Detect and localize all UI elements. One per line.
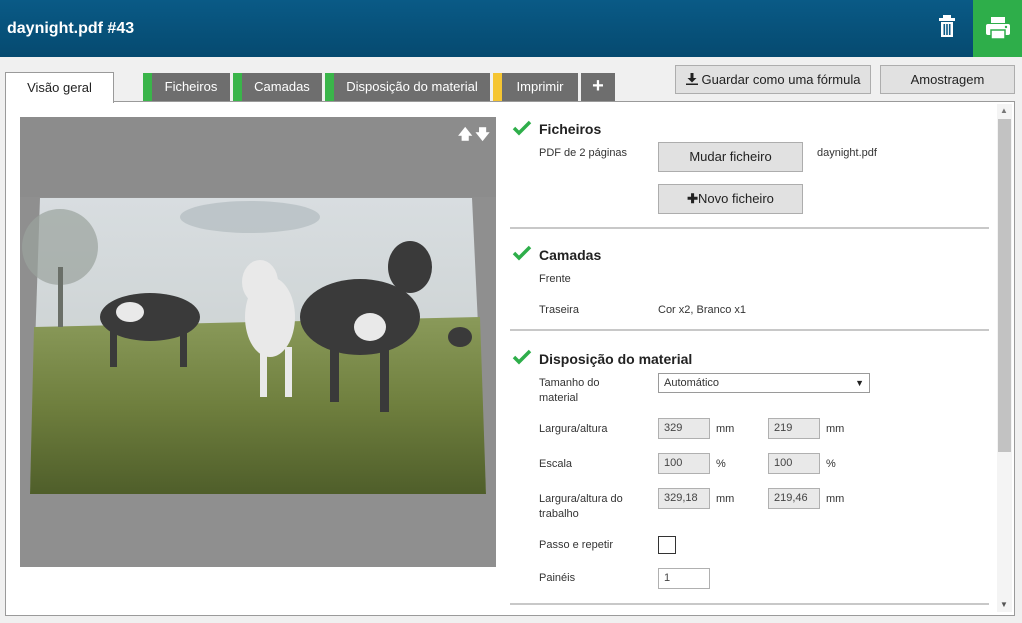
- status-bar-yellow: [493, 73, 502, 101]
- back-value: Cor x2, Branco x1: [658, 304, 747, 316]
- sample-button[interactable]: Amostragem: [880, 65, 1015, 94]
- width-field[interactable]: 329: [658, 418, 710, 439]
- tab-media-layout-label: Disposição do material: [346, 79, 478, 94]
- step-repeat-label: Passo e repetir: [539, 539, 613, 551]
- job-width-field[interactable]: 329,18: [658, 488, 710, 509]
- save-formula-button[interactable]: Guardar como uma fórmula: [675, 65, 871, 94]
- layers-section-title: Camadas: [539, 247, 602, 263]
- change-file-button[interactable]: Mudar ficheiro: [658, 142, 803, 172]
- panels-label: Painéis: [539, 572, 576, 584]
- save-formula-label: Guardar como uma fórmula: [701, 72, 861, 87]
- print-button[interactable]: [973, 0, 1022, 57]
- front-label: Frente: [539, 273, 571, 285]
- divider: [510, 603, 989, 605]
- scale-label: Escala: [539, 458, 573, 470]
- status-bar-green: [233, 73, 242, 101]
- media-size-label: Tamanho do material: [539, 377, 600, 404]
- height-field[interactable]: 219: [768, 418, 820, 439]
- unit-mm: mm: [826, 423, 845, 435]
- plus-icon: +: [592, 75, 604, 97]
- panels-field[interactable]: 1: [658, 568, 710, 589]
- check-icon: [512, 245, 532, 261]
- scale-x-field[interactable]: 100: [658, 453, 710, 474]
- tab-print-label: Imprimir: [516, 79, 564, 94]
- title-bar: daynight.pdf #43: [0, 0, 1022, 57]
- scale-y-field[interactable]: 100: [768, 453, 820, 474]
- check-icon: [512, 349, 532, 365]
- preview-canvas: [20, 117, 496, 567]
- chevron-down-icon: ▼: [855, 378, 864, 388]
- files-description: PDF de 2 páginas: [539, 147, 628, 159]
- change-file-label: Mudar ficheiro: [689, 149, 772, 164]
- printer-icon: [986, 17, 1010, 40]
- scroll-up-arrow-icon[interactable]: ▲: [1000, 106, 1008, 115]
- tab-files[interactable]: Ficheiros: [143, 73, 230, 101]
- unit-mm: mm: [826, 493, 845, 505]
- add-tab-button[interactable]: +: [581, 73, 615, 101]
- unit-percent: %: [826, 458, 836, 470]
- reorder-arrows-icon[interactable]: 🡅🡇: [458, 124, 493, 148]
- file-name: daynight.pdf: [817, 147, 877, 159]
- divider: [510, 227, 989, 229]
- status-bar-green: [143, 73, 152, 101]
- media-layout-section-title: Disposição do material: [539, 351, 693, 367]
- width-height-label: Largura/altura: [539, 423, 608, 435]
- scrollbar-thumb[interactable]: [998, 119, 1011, 452]
- tab-media-layout[interactable]: Disposição do material: [325, 73, 490, 101]
- document-title: daynight.pdf #43: [7, 20, 135, 37]
- download-icon: [685, 73, 698, 85]
- new-file-button[interactable]: ✚Novo ficheiro: [658, 184, 803, 214]
- divider: [510, 329, 989, 331]
- tab-layers[interactable]: Camadas: [233, 73, 322, 101]
- new-file-label: Novo ficheiro: [698, 191, 774, 206]
- tab-overview[interactable]: Visão geral: [5, 72, 114, 103]
- sample-label: Amostragem: [910, 72, 985, 87]
- print-preview-image: [20, 117, 496, 494]
- tab-print[interactable]: Imprimir: [493, 73, 578, 101]
- tab-overview-label: Visão geral: [27, 80, 92, 95]
- media-size-select[interactable]: Automático ▼: [658, 373, 870, 393]
- trash-icon[interactable]: [935, 12, 965, 42]
- unit-mm: mm: [716, 493, 735, 505]
- tab-files-label: Ficheiros: [164, 79, 218, 94]
- status-bar-green: [325, 73, 334, 101]
- unit-mm: mm: [716, 423, 735, 435]
- plus-icon: ✚: [687, 191, 699, 206]
- job-height-field[interactable]: 219,46: [768, 488, 820, 509]
- check-icon: [512, 120, 532, 136]
- job-width-height-label: Largura/altura do trabalho: [539, 493, 623, 520]
- files-section-title: Ficheiros: [539, 121, 602, 137]
- step-repeat-checkbox[interactable]: [658, 536, 676, 554]
- media-size-value: Automático: [664, 377, 720, 389]
- tab-layers-label: Camadas: [254, 79, 310, 94]
- back-label: Traseira: [539, 304, 579, 316]
- unit-percent: %: [716, 458, 726, 470]
- scroll-down-arrow-icon[interactable]: ▼: [1000, 600, 1008, 609]
